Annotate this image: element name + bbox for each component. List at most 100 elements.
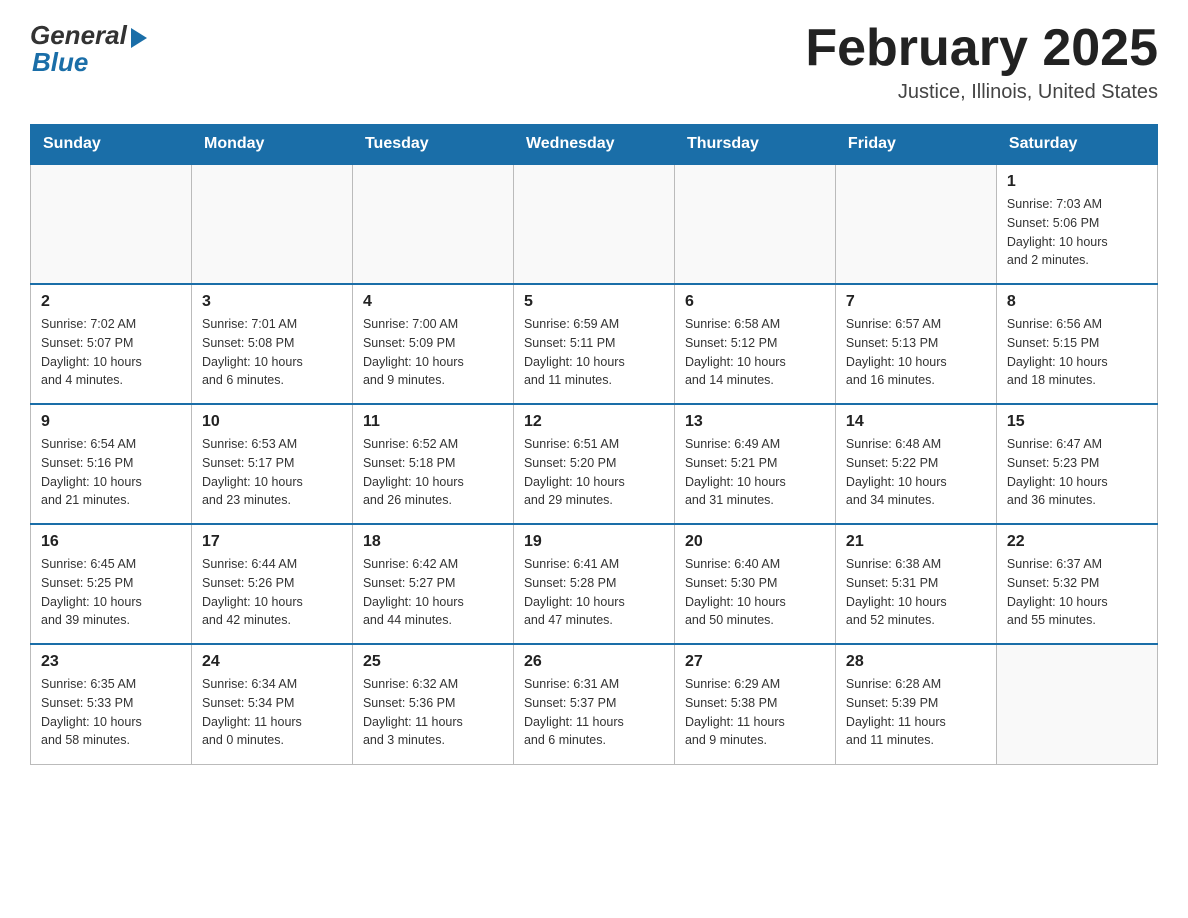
logo-blue-text: Blue [32, 47, 88, 78]
calendar-cell: 6Sunrise: 6:58 AM Sunset: 5:12 PM Daylig… [674, 284, 835, 404]
calendar-cell: 7 Sunrise: 6:57 AM Sunset: 5:13 PM Daylig… [835, 284, 996, 404]
weekday-header-tuesday: Tuesday [352, 125, 513, 165]
day-number: 6 [685, 293, 825, 311]
day-number: 25 [363, 653, 503, 671]
day-info: Sunrise: 6:48 AM Sunset: 5:22 PM Dayligh… [846, 435, 986, 510]
weekday-header-sunday: Sunday [31, 125, 192, 165]
calendar-week-row: 2 Sunrise: 7:02 AM Sunset: 5:07 PM Daylig… [31, 284, 1158, 404]
day-info: Sunrise: 6:42 AM Sunset: 5:27 PM Dayligh… [363, 555, 503, 630]
day-info: Sunrise: 6:31 AM Sunset: 5:37 PM Dayligh… [524, 675, 664, 750]
day-info: Sunrise: 6:32 AM Sunset: 5:36 PM Dayligh… [363, 675, 503, 750]
day-info: Sunrise: 6:45 AM Sunset: 5:25 PM Dayligh… [41, 555, 181, 630]
day-number: 23 [41, 653, 181, 671]
calendar-cell: 17 Sunrise: 6:44 AM Sunset: 5:26 PM Dayli… [191, 524, 352, 644]
calendar-week-row: 9 Sunrise: 6:54 AM Sunset: 5:16 PM Daylig… [31, 404, 1158, 524]
calendar-cell: 10 Sunrise: 6:53 AM Sunset: 5:17 PM Dayli… [191, 404, 352, 524]
day-info: Sunrise: 6:57 AM Sunset: 5:13 PM Dayligh… [846, 315, 986, 390]
calendar-week-row: 1 Sunrise: 7:03 AM Sunset: 5:06 PM Daylig… [31, 164, 1158, 284]
location-subtitle: Justice, Illinois, United States [805, 81, 1158, 104]
day-number: 27 [685, 653, 825, 671]
day-info: Sunrise: 6:47 AM Sunset: 5:23 PM Dayligh… [1007, 435, 1147, 510]
day-info: Sunrise: 6:53 AM Sunset: 5:17 PM Dayligh… [202, 435, 342, 510]
logo-arrow-icon [131, 28, 147, 48]
calendar-cell: 25 Sunrise: 6:32 AM Sunset: 5:36 PM Dayli… [352, 644, 513, 764]
day-info: Sunrise: 6:49 AM Sunset: 5:21 PM Dayligh… [685, 435, 825, 510]
calendar-cell: 2 Sunrise: 7:02 AM Sunset: 5:07 PM Daylig… [31, 284, 192, 404]
calendar-cell: 22 Sunrise: 6:37 AM Sunset: 5:32 PM Dayli… [996, 524, 1157, 644]
day-number: 9 [41, 413, 181, 431]
day-number: 22 [1007, 533, 1147, 551]
day-info: Sunrise: 6:52 AM Sunset: 5:18 PM Dayligh… [363, 435, 503, 510]
day-info: Sunrise: 6:54 AM Sunset: 5:16 PM Dayligh… [41, 435, 181, 510]
calendar-cell [352, 164, 513, 284]
logo: General Blue [30, 20, 147, 78]
day-info: Sunrise: 6:29 AM Sunset: 5:38 PM Dayligh… [685, 675, 825, 750]
day-number: 26 [524, 653, 664, 671]
weekday-header-thursday: Thursday [674, 125, 835, 165]
month-title: February 2025 [805, 20, 1158, 77]
day-info: Sunrise: 7:00 AM Sunset: 5:09 PM Dayligh… [363, 315, 503, 390]
day-info: Sunrise: 6:35 AM Sunset: 5:33 PM Dayligh… [41, 675, 181, 750]
day-info: Sunrise: 6:38 AM Sunset: 5:31 PM Dayligh… [846, 555, 986, 630]
weekday-header-friday: Friday [835, 125, 996, 165]
calendar-cell: 12 Sunrise: 6:51 AM Sunset: 5:20 PM Dayli… [513, 404, 674, 524]
calendar-cell [31, 164, 192, 284]
day-info: Sunrise: 7:01 AM Sunset: 5:08 PM Dayligh… [202, 315, 342, 390]
day-info: Sunrise: 6:41 AM Sunset: 5:28 PM Dayligh… [524, 555, 664, 630]
calendar-cell: 18 Sunrise: 6:42 AM Sunset: 5:27 PM Dayli… [352, 524, 513, 644]
calendar-cell: 15 Sunrise: 6:47 AM Sunset: 5:23 PM Dayli… [996, 404, 1157, 524]
day-info: Sunrise: 6:34 AM Sunset: 5:34 PM Dayligh… [202, 675, 342, 750]
day-number: 13 [685, 413, 825, 431]
day-info: Sunrise: 6:56 AM Sunset: 5:15 PM Dayligh… [1007, 315, 1147, 390]
day-info: Sunrise: 7:03 AM Sunset: 5:06 PM Dayligh… [1007, 195, 1147, 270]
day-number: 2 [41, 293, 181, 311]
day-info: Sunrise: 6:37 AM Sunset: 5:32 PM Dayligh… [1007, 555, 1147, 630]
day-number: 20 [685, 533, 825, 551]
day-number: 15 [1007, 413, 1147, 431]
day-number: 5 [524, 293, 664, 311]
calendar-cell [513, 164, 674, 284]
calendar-cell [191, 164, 352, 284]
title-block: February 2025 Justice, Illinois, United … [805, 20, 1158, 104]
calendar-cell: 24 Sunrise: 6:34 AM Sunset: 5:34 PM Dayli… [191, 644, 352, 764]
calendar-cell: 4 Sunrise: 7:00 AM Sunset: 5:09 PM Daylig… [352, 284, 513, 404]
calendar-header-row: SundayMondayTuesdayWednesdayThursdayFrid… [31, 125, 1158, 165]
day-number: 7 [846, 293, 986, 311]
day-number: 3 [202, 293, 342, 311]
calendar-cell: 11 Sunrise: 6:52 AM Sunset: 5:18 PM Dayli… [352, 404, 513, 524]
calendar-cell: 9 Sunrise: 6:54 AM Sunset: 5:16 PM Daylig… [31, 404, 192, 524]
day-number: 4 [363, 293, 503, 311]
day-number: 8 [1007, 293, 1147, 311]
day-number: 10 [202, 413, 342, 431]
day-number: 12 [524, 413, 664, 431]
weekday-header-wednesday: Wednesday [513, 125, 674, 165]
day-number: 18 [363, 533, 503, 551]
calendar-cell: 28Sunrise: 6:28 AM Sunset: 5:39 PM Dayli… [835, 644, 996, 764]
calendar-cell: 21Sunrise: 6:38 AM Sunset: 5:31 PM Dayli… [835, 524, 996, 644]
calendar-cell: 27 Sunrise: 6:29 AM Sunset: 5:38 PM Dayli… [674, 644, 835, 764]
day-info: Sunrise: 6:44 AM Sunset: 5:26 PM Dayligh… [202, 555, 342, 630]
calendar-week-row: 23 Sunrise: 6:35 AM Sunset: 5:33 PM Dayli… [31, 644, 1158, 764]
calendar-cell [674, 164, 835, 284]
day-info: Sunrise: 7:02 AM Sunset: 5:07 PM Dayligh… [41, 315, 181, 390]
page-header: General Blue February 2025 Justice, Illi… [30, 20, 1158, 104]
calendar-cell: 16 Sunrise: 6:45 AM Sunset: 5:25 PM Dayli… [31, 524, 192, 644]
calendar-cell: 20 Sunrise: 6:40 AM Sunset: 5:30 PM Dayli… [674, 524, 835, 644]
day-number: 17 [202, 533, 342, 551]
calendar-cell [996, 644, 1157, 764]
day-info: Sunrise: 6:40 AM Sunset: 5:30 PM Dayligh… [685, 555, 825, 630]
calendar-cell: 14Sunrise: 6:48 AM Sunset: 5:22 PM Dayli… [835, 404, 996, 524]
day-info: Sunrise: 6:51 AM Sunset: 5:20 PM Dayligh… [524, 435, 664, 510]
day-number: 16 [41, 533, 181, 551]
calendar-cell: 13 Sunrise: 6:49 AM Sunset: 5:21 PM Dayli… [674, 404, 835, 524]
day-number: 1 [1007, 173, 1147, 191]
day-info: Sunrise: 6:59 AM Sunset: 5:11 PM Dayligh… [524, 315, 664, 390]
calendar-cell: 3 Sunrise: 7:01 AM Sunset: 5:08 PM Daylig… [191, 284, 352, 404]
day-number: 28 [846, 653, 986, 671]
day-number: 11 [363, 413, 503, 431]
calendar-cell: 5 Sunrise: 6:59 AM Sunset: 5:11 PM Daylig… [513, 284, 674, 404]
day-number: 24 [202, 653, 342, 671]
calendar-cell [835, 164, 996, 284]
weekday-header-monday: Monday [191, 125, 352, 165]
calendar-table: SundayMondayTuesdayWednesdayThursdayFrid… [30, 124, 1158, 765]
